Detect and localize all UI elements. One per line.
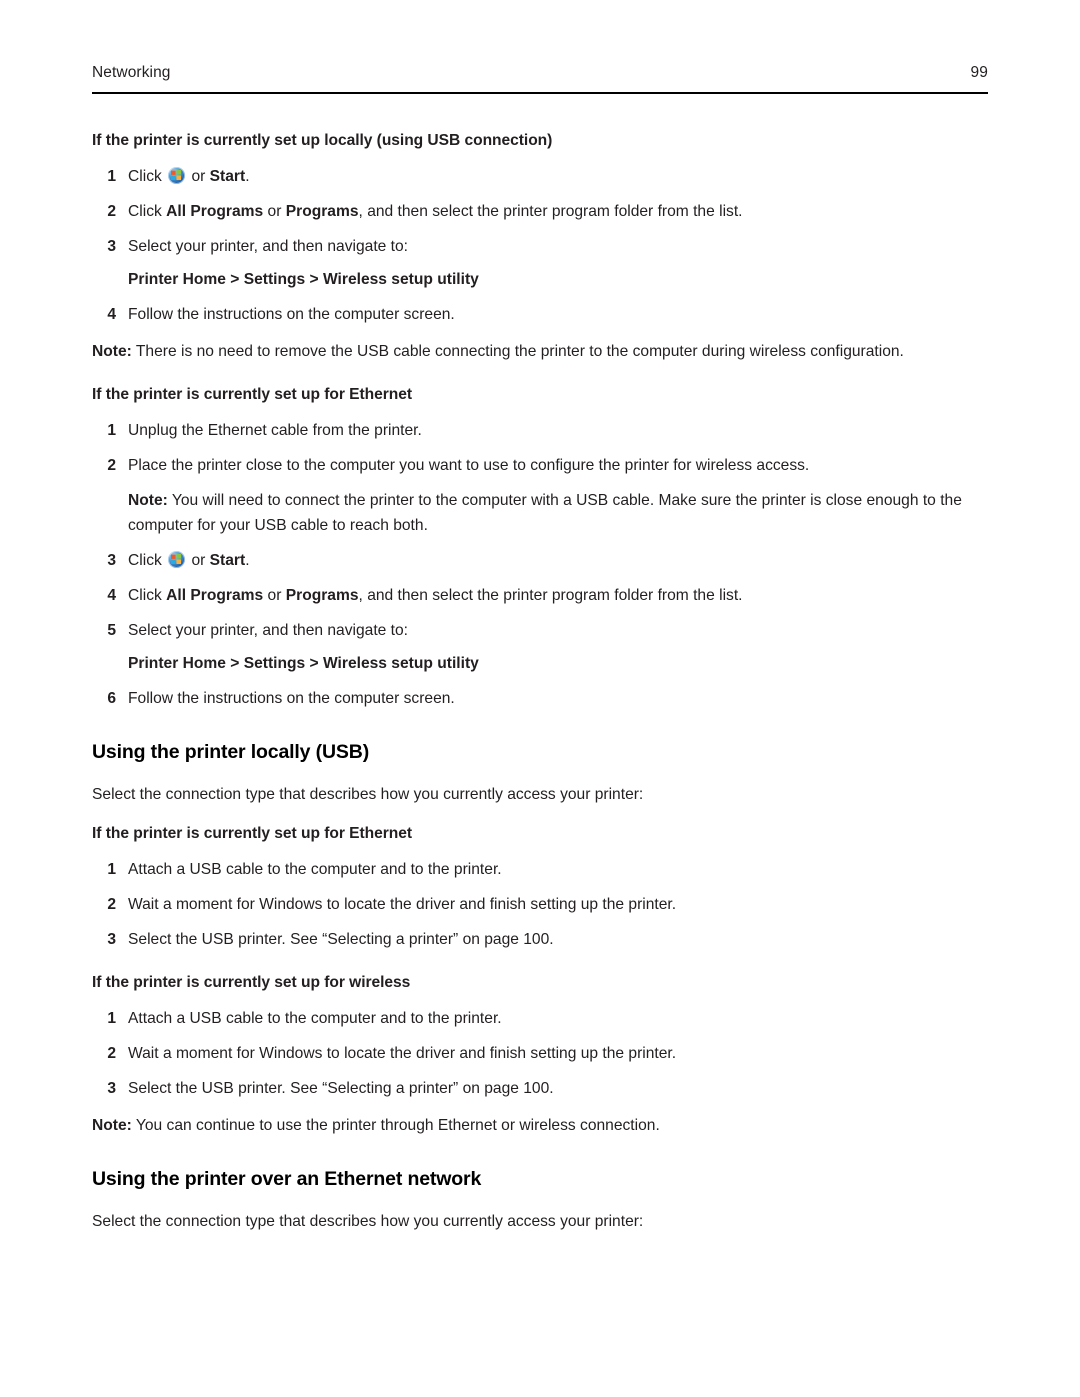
intro-paragraph-ethernet: Select the connection type that describe… <box>92 1213 644 1230</box>
step-number: 6 <box>107 690 116 707</box>
step-text: Unplug the Ethernet cable from the print… <box>128 422 422 439</box>
windows-start-orb-icon[interactable] <box>168 167 186 184</box>
subsection-heading-usb-ethernet: If the printer is currently set up for E… <box>92 825 412 842</box>
note-label: Note: <box>128 492 168 509</box>
note-paragraph-usb: Note: You can continue to use the printe… <box>92 1113 988 1138</box>
step-text: Select the USB printer. See “Selecting a… <box>128 1080 554 1097</box>
list-item: 4 Click All Programs or Programs, and th… <box>92 583 988 608</box>
list-item: 4 Follow the instructions on the compute… <box>92 302 988 327</box>
step-text-bold-2: Programs <box>285 587 359 604</box>
step-text-prefix: Click <box>128 587 167 604</box>
step-text-suffix: , and then select the printer program fo… <box>358 587 743 604</box>
list-item: 1 Unplug the Ethernet cable from the pri… <box>92 418 988 443</box>
step-number: 3 <box>107 1080 116 1097</box>
list-item: 6 Follow the instructions on the compute… <box>92 686 988 711</box>
step-text-bold-2: Programs <box>285 203 359 220</box>
steps-list-usb-wireless: 1 Attach a USB cable to the computer and… <box>92 1006 988 1101</box>
note-paragraph-ethernet-nested: Note: You will need to connect the print… <box>92 488 988 538</box>
step-number: 4 <box>107 587 116 604</box>
step-text: Place the printer close to the computer … <box>128 457 810 474</box>
step-text-prefix: Click <box>128 552 167 569</box>
note-label: Note: <box>92 1117 132 1134</box>
step-number: 2 <box>107 203 116 220</box>
step-text: Click All Programs or Programs, and then… <box>128 587 743 604</box>
step-text: Attach a USB cable to the computer and t… <box>128 1010 502 1027</box>
list-item: 3 Select your printer, and then navigate… <box>92 234 988 259</box>
list-item: 3 Click or Start. <box>92 548 988 573</box>
list-item: 3 Select the USB printer. See “Selecting… <box>92 927 988 952</box>
intro-paragraph-usb: Select the connection type that describe… <box>92 786 644 803</box>
step-text: Attach a USB cable to the computer and t… <box>128 861 502 878</box>
step-number: 5 <box>107 622 116 639</box>
step-text-suffix: . <box>245 552 250 569</box>
step-text: Wait a moment for Windows to locate the … <box>128 896 677 913</box>
step-number: 1 <box>107 861 116 878</box>
step-text: Click or Start. <box>128 167 250 185</box>
page-title-ethernet: Using the printer over an Ethernet netwo… <box>92 1168 482 1190</box>
steps-list-ethernet-setup: 1 Unplug the Ethernet cable from the pri… <box>92 418 988 711</box>
list-item: 2 Click All Programs or Programs, and th… <box>92 199 988 224</box>
step-text-prefix: Click <box>128 168 167 185</box>
list-item: 2 Wait a moment for Windows to locate th… <box>92 892 988 917</box>
step-text: Select your printer, and then navigate t… <box>128 238 409 255</box>
step-number: 3 <box>107 552 116 569</box>
step-text: Follow the instructions on the computer … <box>128 306 455 323</box>
step-text: Click or Start. <box>128 551 250 569</box>
step-text-bold: All Programs <box>166 587 264 604</box>
note-paragraph-usb-local: Note: There is no need to remove the USB… <box>92 339 988 364</box>
step-number: 3 <box>107 931 116 948</box>
step-text-bold: All Programs <box>166 203 264 220</box>
step-text-middle: or <box>263 203 286 220</box>
step-text-middle: or <box>187 552 210 569</box>
note-label: Note: <box>92 343 132 360</box>
page-title-usb: Using the printer locally (USB) <box>92 741 370 763</box>
document-page: Networking 99 If the printer is currentl… <box>0 0 1080 1397</box>
step-number: 2 <box>107 1045 116 1062</box>
list-item: 5 Select your printer, and then navigate… <box>92 618 988 643</box>
step-text-bold: Start <box>209 168 246 185</box>
section-heading-ethernet-setup: If the printer is currently set up for E… <box>92 386 412 403</box>
navigation-path-breadcrumb: Printer Home > Settings > Wireless setup… <box>128 655 479 672</box>
step-text-suffix: . <box>245 168 250 185</box>
step-number: 2 <box>107 896 116 913</box>
step-text: Click All Programs or Programs, and then… <box>128 203 743 220</box>
list-item: 2 Wait a moment for Windows to locate th… <box>92 1041 988 1066</box>
step-text-middle: or <box>263 587 286 604</box>
header-chapter-title: Networking <box>92 64 171 81</box>
step-text: Select your printer, and then navigate t… <box>128 622 409 639</box>
step-text: Wait a moment for Windows to locate the … <box>128 1045 677 1062</box>
list-item: 3 Select the USB printer. See “Selecting… <box>92 1076 988 1101</box>
header-divider-rule <box>92 92 988 94</box>
navigation-path-breadcrumb: Printer Home > Settings > Wireless setup… <box>128 271 479 288</box>
section-heading-usb-local: If the printer is currently set up local… <box>92 132 553 149</box>
page-content: If the printer is currently set up local… <box>92 132 988 1234</box>
step-text-bold: Start <box>209 552 246 569</box>
step-text: Select the USB printer. See “Selecting a… <box>128 931 554 948</box>
step-number: 1 <box>107 422 116 439</box>
note-text: You can continue to use the printer thro… <box>131 1117 660 1134</box>
list-item: 1 Attach a USB cable to the computer and… <box>92 1006 988 1031</box>
list-item: 2 Place the printer close to the compute… <box>92 453 988 478</box>
step-number: 4 <box>107 306 116 323</box>
note-text: You will need to connect the printer to … <box>128 492 962 534</box>
windows-start-orb-icon[interactable] <box>168 551 186 568</box>
list-item: 1 Click or Start. <box>92 164 988 189</box>
step-number: 2 <box>107 457 116 474</box>
step-text-suffix: , and then select the printer program fo… <box>358 203 743 220</box>
steps-list-usb-ethernet: 1 Attach a USB cable to the computer and… <box>92 857 988 952</box>
steps-list-usb-local: 1 Click or Start. 2 Click All Programs o… <box>92 164 988 327</box>
list-item: 1 Attach a USB cable to the computer and… <box>92 857 988 882</box>
note-text: There is no need to remove the USB cable… <box>131 343 904 360</box>
step-text-middle: or <box>187 168 210 185</box>
step-text: Follow the instructions on the computer … <box>128 690 455 707</box>
step-number: 1 <box>107 1010 116 1027</box>
header-page-number: 99 <box>970 64 988 81</box>
subsection-heading-usb-wireless: If the printer is currently set up for w… <box>92 974 411 991</box>
running-header: Networking 99 <box>92 64 988 82</box>
step-number: 1 <box>107 168 116 185</box>
step-text-prefix: Click <box>128 203 167 220</box>
step-number: 3 <box>107 238 116 255</box>
